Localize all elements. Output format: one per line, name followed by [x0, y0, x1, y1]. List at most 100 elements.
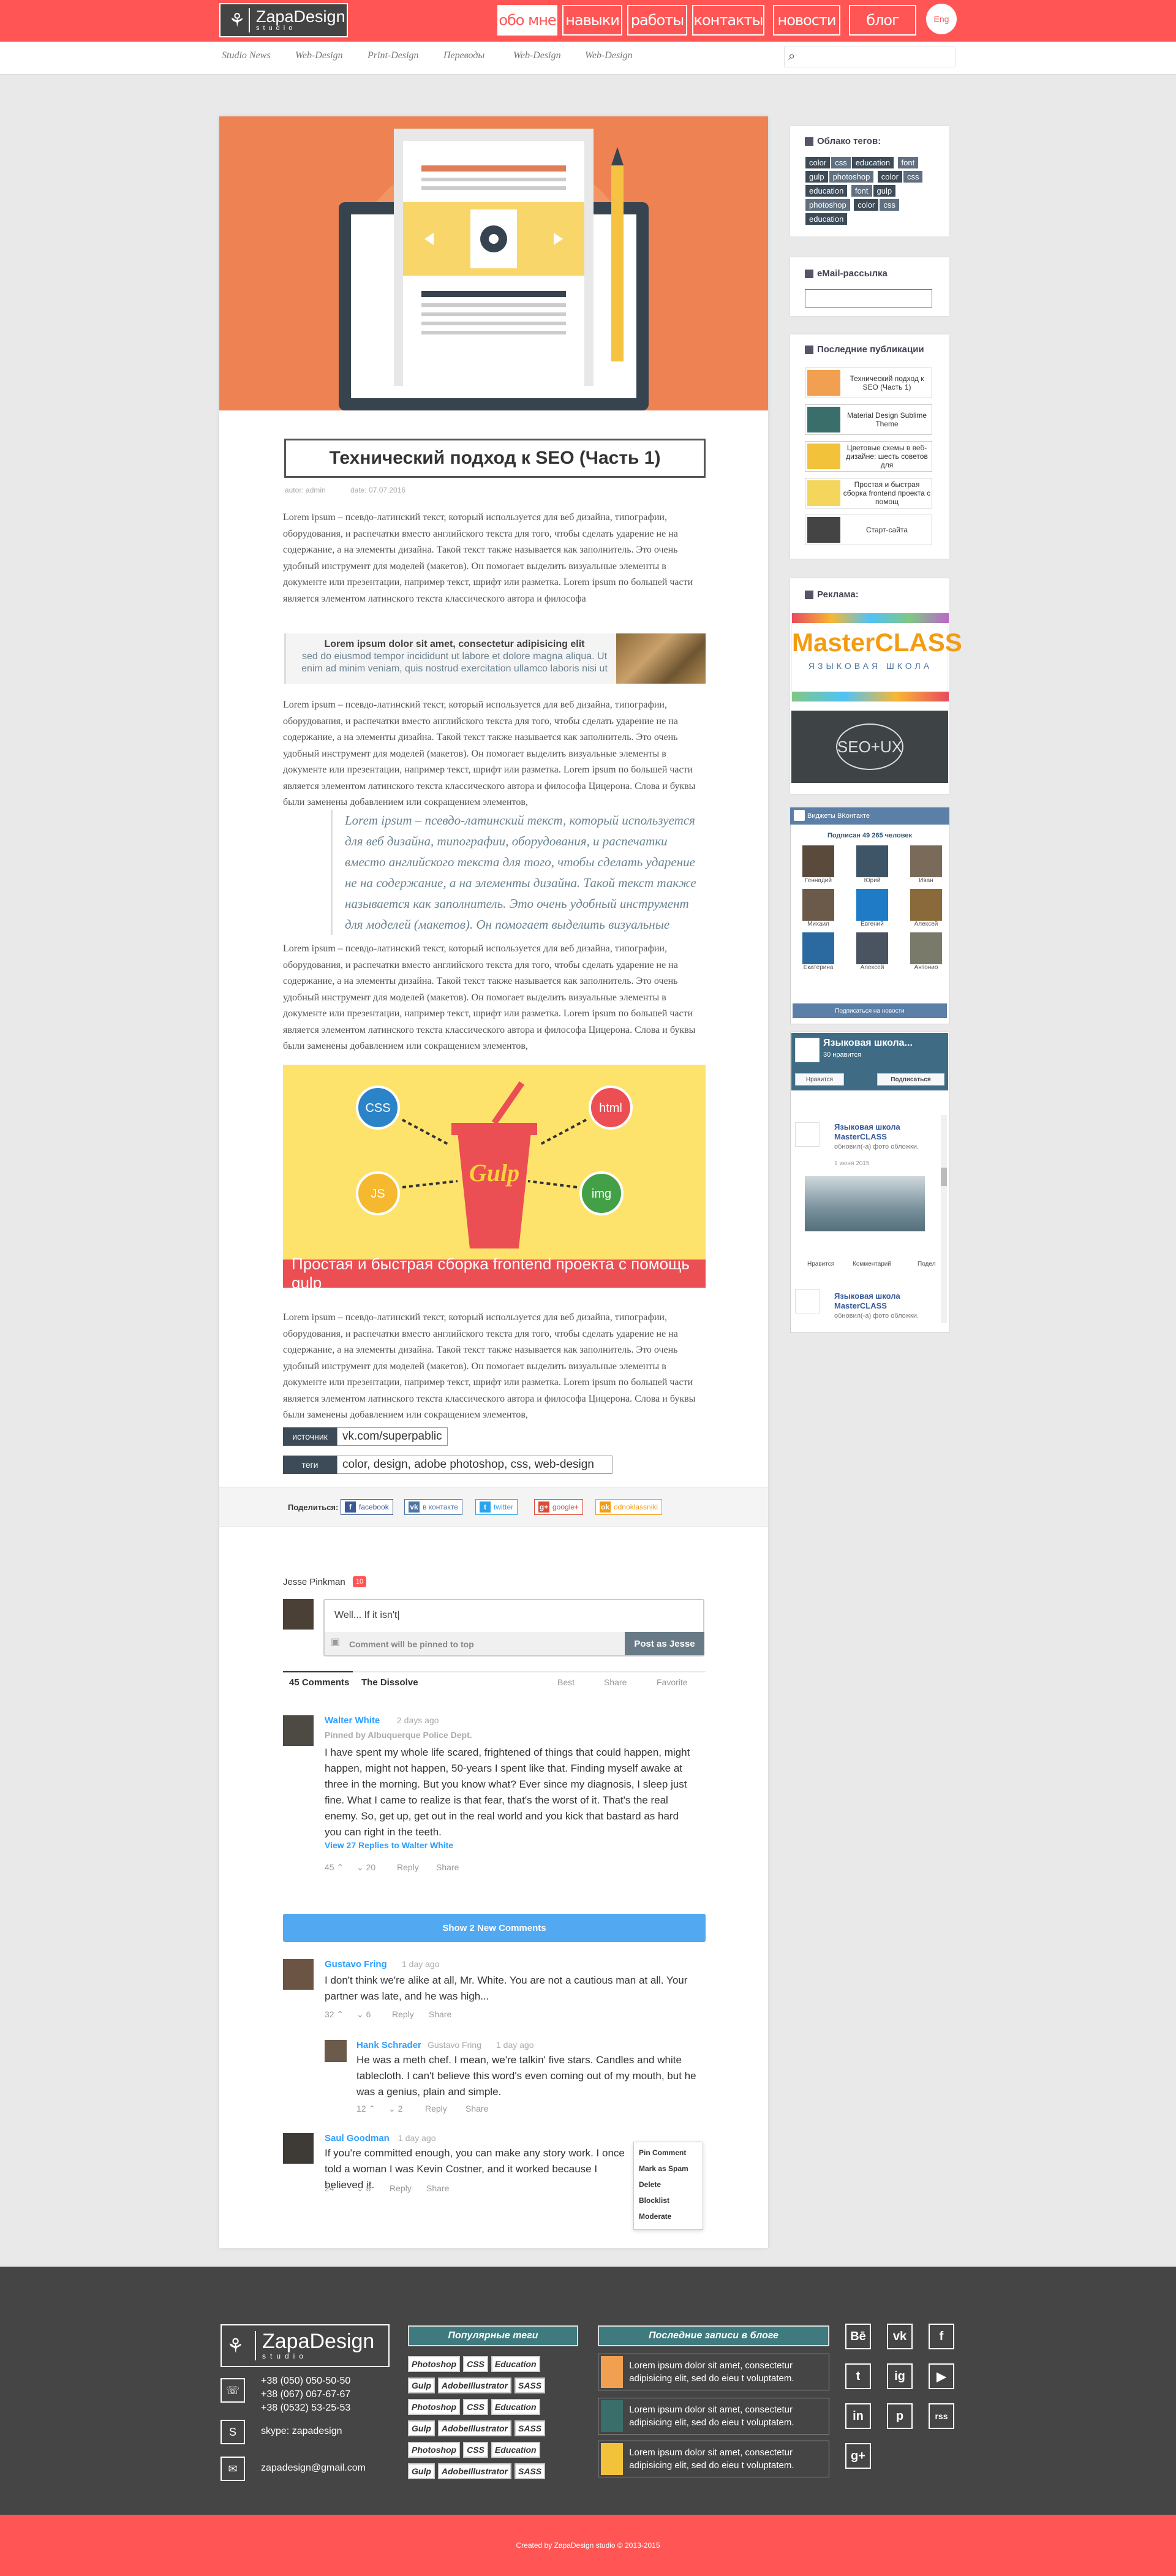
comment-author[interactable]: Saul Goodman: [325, 2133, 390, 2144]
footer-tag[interactable]: SASS: [514, 2463, 546, 2479]
recent-post[interactable]: Старт-сайта: [805, 515, 932, 545]
recent-post[interactable]: Простая и быстрая сборка frontend проект…: [805, 478, 932, 508]
tags-list[interactable]: color, design, adobe photoshop, css, web…: [337, 1456, 612, 1474]
comment-author[interactable]: Walter White: [325, 1715, 380, 1726]
footer-logo[interactable]: ⚘ ZapaDesign studio: [221, 2324, 390, 2367]
youtube-icon[interactable]: ▶: [929, 2363, 954, 2389]
tag[interactable]: education: [805, 185, 848, 197]
tag[interactable]: gulp: [805, 171, 828, 183]
fb-page-name[interactable]: Языковая школа...: [823, 1038, 913, 1049]
facebook-icon[interactable]: f: [929, 2324, 954, 2349]
tag[interactable]: css: [903, 171, 923, 183]
vote-down[interactable]: ⌄ 8: [356, 2183, 371, 2194]
vk-person[interactable]: Алексей: [853, 932, 892, 971]
tag[interactable]: css: [831, 157, 851, 168]
search-input[interactable]: ⌕: [784, 47, 956, 67]
footer-tag[interactable]: AdobeIllustrator: [437, 2378, 512, 2393]
email-input[interactable]: [805, 289, 932, 308]
vk-person[interactable]: Иван: [907, 845, 946, 884]
footer-tag[interactable]: AdobeIllustrator: [437, 2420, 512, 2436]
reply-link[interactable]: Reply: [390, 2183, 412, 2193]
vk-person[interactable]: Алексей: [907, 889, 946, 927]
tag[interactable]: gulp: [873, 185, 896, 197]
share-vk[interactable]: vk в контакте: [404, 1499, 462, 1515]
vote-down[interactable]: ⌄ 20: [356, 1862, 375, 1873]
footer-post[interactable]: Lorem ipsum dolor sit amet, consectetur …: [598, 2354, 829, 2390]
footer-tag[interactable]: CSS: [463, 2356, 488, 2372]
footer-tag[interactable]: Gulp: [408, 2420, 435, 2436]
fb-scrollbar-thumb[interactable]: [941, 1168, 947, 1186]
nav-works[interactable]: работы: [627, 5, 687, 36]
reply-to[interactable]: Gustavo Fring: [428, 2040, 481, 2050]
vote-down[interactable]: ⌄ 6: [356, 2009, 371, 2020]
footer-tag[interactable]: Gulp: [408, 2378, 435, 2393]
vk-person[interactable]: Геннадий: [799, 845, 838, 884]
logo[interactable]: ⚘ ZapaDesign studio: [219, 3, 348, 37]
footer-tag[interactable]: Photoshop: [408, 2442, 461, 2458]
nav-contacts[interactable]: контакты: [692, 5, 764, 36]
sort-select[interactable]: Best: [557, 1677, 575, 1687]
footer-tag[interactable]: Education: [491, 2442, 540, 2458]
view-replies[interactable]: View 27 Replies to Walter White: [325, 1840, 453, 1850]
avatar[interactable]: [325, 2040, 347, 2062]
vk-person[interactable]: Евгений: [853, 889, 892, 927]
tag[interactable]: photoshop: [805, 199, 850, 211]
vote-up[interactable]: 45 ⌃: [325, 1862, 344, 1873]
nav-blog[interactable]: блог: [849, 5, 916, 36]
subnav-item[interactable]: Studio News: [222, 50, 271, 61]
fb-scrollbar[interactable]: [941, 1115, 947, 1323]
share-link[interactable]: Share: [426, 2183, 449, 2193]
footer-tag[interactable]: AdobeIllustrator: [437, 2463, 512, 2479]
avatar[interactable]: [283, 2133, 314, 2164]
favorite-thread[interactable]: Favorite: [657, 1677, 688, 1687]
linkedin-icon[interactable]: in: [845, 2403, 871, 2429]
source-link[interactable]: vk.com/superpablic: [337, 1427, 448, 1446]
comment-time[interactable]: 1 day ago: [398, 2133, 436, 2143]
share-link[interactable]: Share: [436, 1862, 459, 1872]
vote-up[interactable]: 24 ⌃: [325, 2183, 344, 2194]
menu-blocklist[interactable]: Blocklist: [639, 2193, 698, 2208]
comment-time[interactable]: 1 day ago: [402, 1959, 440, 1969]
post-button[interactable]: Post as Jesse: [625, 1632, 704, 1655]
vote-up[interactable]: 12 ⌃: [356, 2104, 375, 2114]
fb-subscribe-button[interactable]: Подписаться: [877, 1073, 944, 1086]
tag[interactable]: photoshop: [829, 171, 874, 183]
menu-moderate[interactable]: Moderate: [639, 2208, 698, 2224]
image-icon[interactable]: ▣: [331, 1636, 340, 1648]
reply-link[interactable]: Reply: [392, 2009, 414, 2019]
recent-post[interactable]: Цветовые схемы в веб-дизайне: шесть сове…: [805, 441, 932, 472]
menu-spam[interactable]: Mark as Spam: [639, 2161, 698, 2177]
tag[interactable]: font: [897, 157, 919, 168]
nav-news[interactable]: новости: [773, 5, 840, 36]
fb-post-title[interactable]: Языковая школа MasterCLASS: [834, 1291, 926, 1311]
fb-post-title[interactable]: Языковая школа MasterCLASS: [834, 1122, 926, 1142]
twitter-icon[interactable]: t: [845, 2363, 871, 2389]
tag[interactable]: font: [851, 185, 872, 197]
language-switch[interactable]: Eng: [926, 4, 957, 34]
behance-icon[interactable]: Bē: [845, 2324, 871, 2349]
fb-comment[interactable]: Комментарий: [853, 1261, 891, 1267]
subnav-item[interactable]: Переводы: [443, 50, 484, 61]
comment-author[interactable]: Hank Schrader: [356, 2040, 421, 2050]
vote-up[interactable]: 32 ⌃: [325, 2009, 344, 2020]
comment-time[interactable]: 2 days ago: [397, 1715, 439, 1725]
google-plus-icon[interactable]: g+: [845, 2443, 871, 2469]
footer-tag[interactable]: SASS: [514, 2378, 546, 2393]
avatar[interactable]: [283, 1959, 314, 1990]
fb-post-image[interactable]: [805, 1176, 925, 1231]
nav-about[interactable]: обо мне: [497, 5, 557, 36]
vk-icon[interactable]: vk: [887, 2324, 913, 2349]
subnav-item[interactable]: Print-Design: [368, 50, 419, 61]
footer-tag[interactable]: CSS: [463, 2399, 488, 2415]
fb-like-button[interactable]: Нравится: [795, 1073, 844, 1086]
tab-dissolve[interactable]: The Dissolve: [361, 1677, 418, 1688]
recent-post[interactable]: Технический подход к SEO (Часть 1): [805, 368, 932, 398]
footer-skype[interactable]: skype: zapadesign: [261, 2425, 342, 2438]
tag[interactable]: education: [851, 157, 894, 168]
vk-person[interactable]: Екатерина: [799, 932, 838, 971]
menu-pin[interactable]: Pin Comment: [639, 2145, 698, 2161]
rss-icon[interactable]: rss: [929, 2403, 954, 2429]
recent-post[interactable]: Material Design Sublime Theme: [805, 404, 932, 435]
footer-tag[interactable]: CSS: [463, 2442, 488, 2458]
footer-tag[interactable]: SASS: [514, 2420, 546, 2436]
